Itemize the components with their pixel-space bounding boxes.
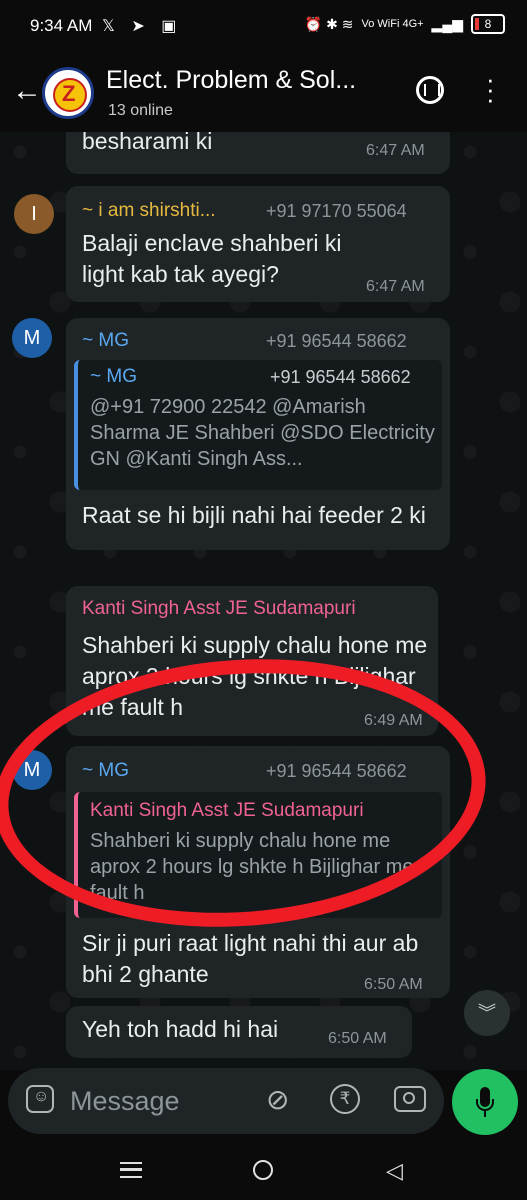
lightning-logo-icon: Z xyxy=(62,81,76,106)
group-avatar[interactable]: Z xyxy=(42,67,94,119)
system-icons: ⏰ ✱ ≋ Vo WiFi 4G+ ▂▄▆ 8 xyxy=(305,14,505,34)
sender-name[interactable]: ~ MG xyxy=(82,330,129,352)
voice-chat-icon[interactable] xyxy=(416,76,444,104)
microphone-icon[interactable] xyxy=(452,1069,518,1135)
message-text: Yeh toh hadd hi hai xyxy=(82,1016,279,1042)
avatar[interactable]: M xyxy=(12,750,52,790)
quoted-sender: ~ MG xyxy=(90,366,137,387)
message-time: 6:50 AM xyxy=(364,976,423,993)
battery-icon: 8 xyxy=(471,14,505,34)
quoted-text: @+91 72900 22542 @Amarish Sharma JE Shah… xyxy=(90,396,435,470)
avatar[interactable]: M xyxy=(12,318,52,358)
scroll-down-icon[interactable]: ︾ xyxy=(464,990,510,1036)
message-composer: ☺ Message ⊘ ₹ xyxy=(8,1068,444,1134)
message-time: 6:47 AM xyxy=(366,142,425,159)
quoted-phone: +91 96544 58662 xyxy=(270,367,411,387)
chat-header: ← Z Elect. Problem & Sol... 13 online · ·… xyxy=(0,56,527,132)
back-arrow-icon[interactable]: ← xyxy=(12,74,42,108)
attachment-icon[interactable]: ⊘ xyxy=(266,1083,289,1116)
message-time: 6:49 AM xyxy=(364,712,423,729)
notification-icons: 𝕏 ➤ ▣ xyxy=(102,18,183,35)
more-options-icon[interactable]: · · · xyxy=(486,66,495,112)
sender-name[interactable]: ~ MG xyxy=(82,760,129,782)
message-text: Shahberi ki supply chalu hone me aprox 2… xyxy=(82,632,428,720)
sender-name[interactable]: Kanti Singh Asst JE Sudamapuri xyxy=(82,598,356,620)
message-text: besharami ki xyxy=(82,132,213,154)
status-bar: 9:34 AM 𝕏 ➤ ▣ ⏰ ✱ ≋ Vo WiFi 4G+ ▂▄▆ 8 xyxy=(0,0,527,56)
message-time: 6:50 AM xyxy=(328,1030,387,1047)
battery-level: 8 xyxy=(484,17,492,31)
status-time: 9:34 AM xyxy=(30,16,93,35)
message-bubble[interactable]: ~ MG +91 96544 58662 ~ MG +91 96544 5866… xyxy=(66,318,450,550)
quoted-sender: Kanti Singh Asst JE Sudamapuri xyxy=(90,800,364,821)
avatar[interactable]: I xyxy=(14,194,54,234)
system-navigation-bar: ◁ xyxy=(0,1140,527,1200)
sender-phone: +91 97170 55064 xyxy=(266,201,407,221)
alarm-bluetooth-wifi-icons: ⏰ ✱ ≋ xyxy=(304,15,354,32)
home-icon[interactable] xyxy=(253,1160,273,1180)
message-time: 6:47 AM xyxy=(366,278,425,295)
message-bubble[interactable]: ~ i am shirshti... +91 97170 55064 Balaj… xyxy=(66,186,450,302)
camera-icon[interactable] xyxy=(394,1086,426,1112)
message-text: Balaji enclave shahberi ki light kab tak… xyxy=(82,230,342,287)
sender-phone: +91 96544 58662 xyxy=(266,761,407,781)
group-title[interactable]: Elect. Problem & Sol... xyxy=(106,66,396,95)
network-indicator: Vo WiFi 4G+ xyxy=(361,18,424,30)
quoted-text: Shahberi ki supply chalu hone me aprox 2… xyxy=(90,830,414,904)
message-bubble[interactable]: besharami ki 6:47 AM xyxy=(66,132,450,174)
message-bubble[interactable]: Yeh toh hadd hi hai 6:50 AM xyxy=(66,1006,412,1058)
sticker-emoji-icon[interactable]: ☺ xyxy=(26,1085,54,1113)
message-text: Raat se hi bijli nahi hai feeder 2 ki xyxy=(82,502,426,528)
back-triangle-icon[interactable]: ◁ xyxy=(386,1158,403,1184)
signal-icon: ▂▄▆ xyxy=(431,15,463,32)
recents-icon[interactable] xyxy=(120,1162,142,1178)
quoted-message[interactable]: ~ MG +91 96544 58662 @+91 72900 22542 @A… xyxy=(74,360,442,490)
message-list[interactable]: besharami ki 6:47 AM I ~ i am shirshti..… xyxy=(0,132,527,1070)
sender-phone: +91 96544 58662 xyxy=(266,331,407,351)
online-count: 13 online xyxy=(108,102,173,119)
message-bubble[interactable]: ~ MG +91 96544 58662 Kanti Singh Asst JE… xyxy=(66,746,450,998)
payment-icon[interactable]: ₹ xyxy=(330,1084,360,1114)
sender-name[interactable]: ~ i am shirshti... xyxy=(82,200,252,222)
quoted-message[interactable]: Kanti Singh Asst JE Sudamapuri Shahberi … xyxy=(74,792,442,918)
message-input[interactable]: Message xyxy=(70,1086,180,1117)
message-bubble[interactable]: Kanti Singh Asst JE Sudamapuri Shahberi … xyxy=(66,586,438,736)
